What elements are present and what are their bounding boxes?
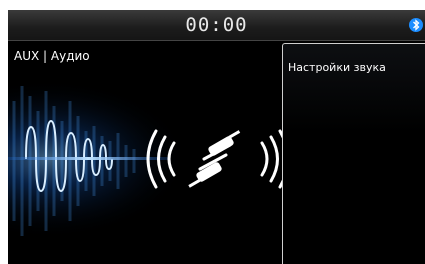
aux-audio-view: AUX | Аудио Настройки звука <box>8 41 425 264</box>
clock: 00:00 <box>185 14 248 36</box>
status-bar: 00:00 <box>8 10 425 41</box>
bluetooth-icon[interactable] <box>409 17 423 33</box>
sound-settings-panel[interactable]: Настройки звука <box>282 43 425 264</box>
signal-line <box>8 157 168 160</box>
source-title: AUX | Аудио <box>14 49 90 63</box>
panel-title: Настройки звука <box>288 61 386 74</box>
head-unit-screen: 00:00 AUX | Аудио Настройки звука <box>8 10 425 264</box>
